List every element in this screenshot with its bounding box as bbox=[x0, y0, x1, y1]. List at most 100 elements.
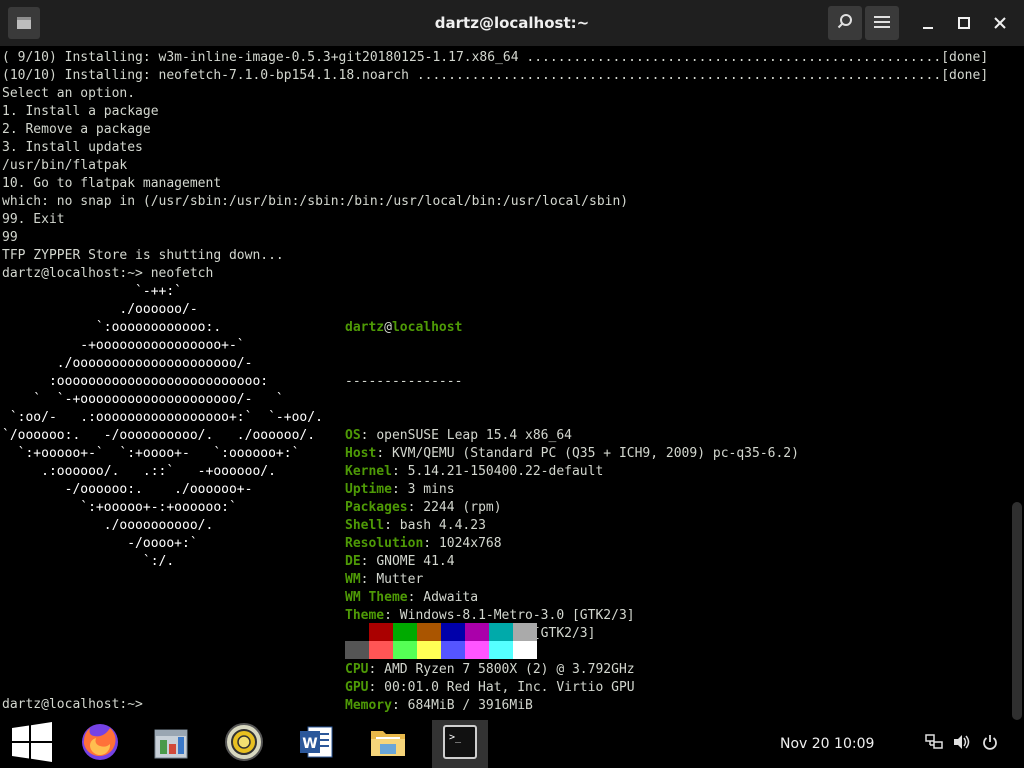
info-value: GNOME 41.4 bbox=[376, 554, 455, 569]
info-row: WM Theme: Adwaita bbox=[345, 589, 799, 607]
scrollbar-thumb[interactable] bbox=[1012, 502, 1022, 720]
firefox-icon bbox=[80, 722, 120, 766]
color-swatch bbox=[489, 641, 513, 659]
color-swatch bbox=[345, 623, 369, 641]
info-value: 1024x768 bbox=[438, 536, 502, 551]
power-menu[interactable] bbox=[978, 732, 1002, 756]
logo-line: :oooooooooooooooooooooooooo: bbox=[2, 374, 269, 389]
maximize-icon bbox=[958, 14, 970, 33]
opensuse-ascii-logo: `-++:` ./oooooo/- `:oooooooooooo:. -+ooo… bbox=[2, 283, 323, 571]
volume-icon bbox=[953, 734, 971, 754]
info-colon: : bbox=[407, 590, 424, 605]
info-key: GPU bbox=[345, 680, 369, 695]
info-key: WM bbox=[345, 572, 361, 587]
terminal-scrollbar[interactable] bbox=[1010, 46, 1024, 720]
taskbar-terminal[interactable]: >_ bbox=[432, 720, 488, 768]
logo-line: `:oo/- .:ooooooooooooooooo+:` `-+oo/. bbox=[2, 410, 323, 425]
info-colon: : bbox=[376, 446, 392, 461]
logo-line: `:oooooooooooo:. bbox=[2, 320, 222, 335]
terminal-area[interactable]: ( 9/10) Installing: w3m-inline-image-0.5… bbox=[0, 46, 1010, 720]
color-swatch bbox=[465, 641, 489, 659]
network-status[interactable] bbox=[922, 732, 946, 756]
logo-line: `:+ooooo+-:+oooooo:` bbox=[2, 500, 237, 515]
color-swatch bbox=[369, 623, 393, 641]
taskbar-file-manager[interactable] bbox=[145, 720, 197, 768]
info-row: Packages: 2244 (rpm) bbox=[345, 499, 799, 517]
terminal-line: (10/10) Installing: neofetch-7.1.0-bp154… bbox=[2, 68, 989, 83]
info-value: KVM/QEMU (Standard PC (Q35 + ICH9, 2009)… bbox=[391, 446, 799, 461]
info-colon: : bbox=[368, 680, 385, 695]
terminal-line: Select an option. bbox=[2, 86, 136, 101]
info-key: Shell bbox=[345, 518, 385, 533]
info-colon: : bbox=[384, 518, 400, 533]
maximize-button[interactable] bbox=[947, 6, 981, 40]
info-value: Windows-8.1-Metro-3.0 [GTK2/3] bbox=[399, 608, 635, 623]
terminal-line: which: no snap in (/usr/sbin:/usr/bin:/s… bbox=[2, 194, 629, 209]
logo-line: -/oooo+:` bbox=[2, 536, 198, 551]
info-value: bash 4.4.23 bbox=[399, 518, 486, 533]
color-swatch bbox=[369, 641, 393, 659]
terminal-line: 99. Exit bbox=[2, 212, 65, 227]
color-swatch bbox=[441, 641, 465, 659]
color-swatch bbox=[345, 641, 369, 659]
terminal-line: 99 bbox=[2, 230, 18, 245]
info-colon: : bbox=[391, 698, 408, 713]
info-row: Uptime: 3 mins bbox=[345, 481, 799, 499]
info-key: OS bbox=[345, 428, 361, 443]
info-value: openSUSE Leap 15.4 x86_64 bbox=[376, 428, 572, 443]
info-key: Theme bbox=[345, 608, 385, 623]
user-host-line: dartz@localhost bbox=[345, 319, 799, 337]
close-button[interactable] bbox=[983, 6, 1017, 40]
color-swatch bbox=[465, 623, 489, 641]
speaker-icon bbox=[224, 722, 264, 766]
volume-control[interactable] bbox=[950, 732, 974, 756]
logo-line: ./oooooo/- bbox=[2, 302, 198, 317]
menu-button[interactable] bbox=[865, 6, 899, 40]
info-at: @ bbox=[384, 320, 392, 335]
clock[interactable]: Nov 20 10:09 bbox=[780, 720, 874, 768]
taskbar-music-player[interactable] bbox=[218, 720, 270, 768]
color-swatch bbox=[417, 641, 441, 659]
logo-line: `:/. bbox=[2, 554, 175, 569]
info-value: 684MiB / 3916MiB bbox=[407, 698, 533, 713]
info-row: Shell: bash 4.4.23 bbox=[345, 517, 799, 535]
info-colon: : bbox=[360, 428, 377, 443]
taskbar-file-explorer[interactable] bbox=[362, 720, 414, 768]
start-button[interactable] bbox=[6, 720, 58, 768]
info-row: Resolution: 1024x768 bbox=[345, 535, 799, 553]
info-value: 3 mins bbox=[407, 482, 455, 497]
terminal-output: ( 9/10) Installing: w3m-inline-image-0.5… bbox=[2, 49, 988, 283]
info-colon: : bbox=[360, 554, 377, 569]
terminal-line: 10. Go to flatpak management bbox=[2, 176, 222, 191]
color-swatch bbox=[489, 623, 513, 641]
logo-line: `/oooooo:. -/oooooooooo/. ./oooooo/. bbox=[2, 428, 316, 443]
color-swatch bbox=[513, 641, 537, 659]
word-icon: W bbox=[296, 722, 336, 766]
info-colon: : bbox=[407, 500, 424, 515]
info-key: Memory bbox=[345, 698, 392, 713]
info-user: dartz bbox=[345, 320, 385, 335]
info-row: Host: KVM/QEMU (Standard PC (Q35 + ICH9,… bbox=[345, 445, 799, 463]
info-colon: : bbox=[423, 536, 439, 551]
color-swatch bbox=[393, 623, 417, 641]
search-button[interactable] bbox=[828, 6, 862, 40]
terminal-line: 2. Remove a package bbox=[2, 122, 151, 137]
info-row: OS: openSUSE Leap 15.4 x86_64 bbox=[345, 427, 799, 445]
info-value: AMD Ryzen 7 5800X (2) @ 3.792GHz bbox=[384, 662, 635, 677]
terminal-line: dartz@localhost:~> neofetch bbox=[2, 266, 214, 281]
minimize-button[interactable] bbox=[911, 6, 945, 40]
color-swatch bbox=[441, 623, 465, 641]
info-colon: : bbox=[384, 608, 400, 623]
info-value: Adwaita bbox=[423, 590, 479, 605]
info-value: 2244 (rpm) bbox=[423, 500, 502, 515]
shell-prompt[interactable]: dartz@localhost:~> bbox=[2, 696, 143, 714]
info-key: Resolution bbox=[345, 536, 424, 551]
info-value: 5.14.21-150400.22-default bbox=[407, 464, 604, 479]
minimize-icon bbox=[922, 14, 934, 33]
close-icon bbox=[994, 14, 1006, 33]
taskbar-word[interactable]: W bbox=[290, 720, 342, 768]
terminal-line: ( 9/10) Installing: w3m-inline-image-0.5… bbox=[2, 50, 989, 65]
color-palette bbox=[345, 623, 537, 659]
taskbar-firefox[interactable] bbox=[74, 720, 126, 768]
windows-logo-icon bbox=[12, 722, 52, 766]
